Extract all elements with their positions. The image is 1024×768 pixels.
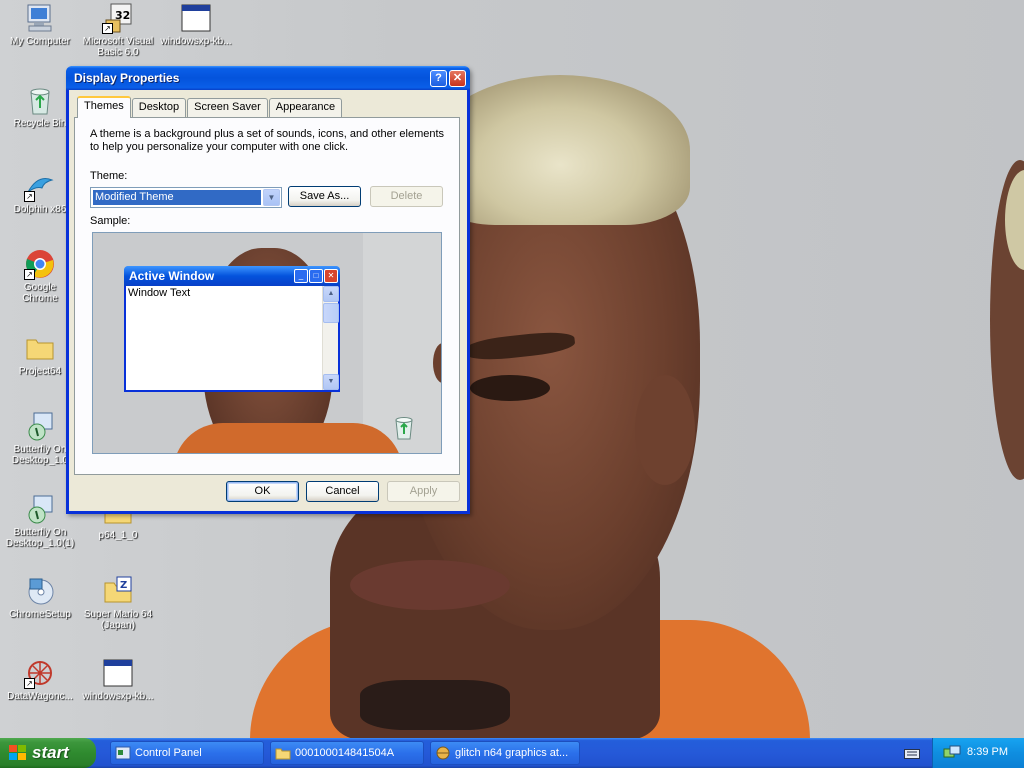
desktop-icon-windowsxp-kb-1[interactable]: windowsxp-kb... [156, 2, 236, 47]
browser-icon [436, 746, 450, 760]
clock[interactable]: 8:39 PM [967, 746, 1008, 758]
desktop-icon-my-computer[interactable]: My Computer [0, 2, 80, 47]
desktop-icon-label: (Japan) [101, 620, 135, 631]
start-label: start [32, 743, 69, 762]
sample-window-title: Active Window [129, 269, 215, 283]
wallpaper-shape [635, 375, 695, 485]
close-icon: ✕ [324, 269, 338, 283]
window-title: Display Properties [74, 71, 180, 85]
taskbar-item-folder[interactable]: 000100014841504A [270, 741, 424, 765]
wallpaper-shape [350, 560, 510, 610]
folder-icon [24, 332, 56, 364]
window-client-area: Themes Desktop Screen Saver Appearance A… [69, 90, 467, 511]
sample-scrollbar: ▲ ▼ [322, 286, 339, 390]
shortcut-arrow-icon: ↗ [24, 191, 35, 202]
theme-sample-preview: Active Window _ □ ✕ Window Text ▲ ▼ [92, 232, 442, 454]
shortcut-arrow-icon: ↗ [24, 678, 35, 689]
windows-logo-icon [9, 745, 26, 760]
sample-wallpaper-shape [173, 423, 403, 453]
taskbar-item-label: 000100014841504A [295, 747, 395, 759]
svg-text:Z: Z [120, 580, 127, 591]
desktop-icon-label: windowsxp-kb... [82, 691, 154, 702]
sample-label: Sample: [90, 215, 131, 227]
taskbar: start Control Panel 000100014841504A gli… [0, 738, 1024, 768]
sample-window-titlebar: Active Window _ □ ✕ [124, 266, 340, 286]
taskbar-item-control-panel[interactable]: Control Panel [110, 741, 264, 765]
chrome-icon: ↗ [24, 248, 56, 280]
keyboard-icon[interactable] [904, 747, 920, 759]
shortcut-arrow-icon: ↗ [24, 269, 35, 280]
chevron-down-icon[interactable]: ▼ [263, 189, 280, 206]
start-button[interactable]: start [0, 738, 96, 768]
desktop-icon-label: ChromeSetup [9, 609, 71, 620]
taskbar-item-label: Control Panel [135, 747, 202, 759]
visual-basic-icon: 32 ↗ [102, 2, 134, 34]
minimize-icon: _ [294, 269, 308, 283]
taskbar-item-label: glitch n64 graphics at... [455, 747, 569, 759]
themes-tab-panel: A theme is a background plus a set of so… [74, 117, 460, 475]
desktop-icon-label: Butterfly On [13, 527, 67, 538]
desktop-icon-super-mario[interactable]: Z Super Mario 64 (Japan) [78, 575, 158, 631]
dolphin-icon: ↗ [24, 170, 56, 202]
control-panel-icon [115, 746, 131, 760]
installer-icon [24, 410, 56, 442]
network-icon[interactable] [943, 745, 961, 761]
tab-appearance[interactable]: Appearance [268, 98, 343, 117]
help-button[interactable]: ? [430, 69, 447, 87]
save-as-button[interactable]: Save As... [288, 186, 361, 207]
sample-window-client: Window Text ▲ ▼ [126, 286, 339, 390]
close-button[interactable]: ✕ [449, 69, 466, 87]
desktop-icon-windowsxp-kb-2[interactable]: windowsxp-kb... [78, 657, 158, 702]
recycle-bin-icon [24, 84, 56, 116]
folder-icon [275, 748, 291, 760]
installer-icon [24, 493, 56, 525]
sample-window-text: Window Text [128, 287, 191, 299]
ok-button[interactable]: OK [226, 481, 299, 502]
scroll-up-icon: ▲ [323, 286, 339, 302]
desktop-icon-chromesetup[interactable]: ChromeSetup [0, 575, 80, 620]
desktop-icon-label: My Computer [9, 36, 70, 47]
tab-screen-saver[interactable]: Screen Saver [187, 98, 268, 117]
program-window-icon [102, 657, 134, 689]
setup-cd-icon [24, 575, 56, 607]
datawagon-icon: ↗ [24, 657, 56, 689]
recycle-bin-icon [391, 413, 417, 441]
wallpaper-shape [360, 680, 510, 730]
shortcut-arrow-icon: ↗ [102, 23, 113, 34]
maximize-icon: □ [309, 269, 323, 283]
window-titlebar[interactable]: Display Properties ? ✕ [66, 66, 470, 90]
scroll-thumb [323, 303, 339, 323]
cancel-button[interactable]: Cancel [306, 481, 379, 502]
wallpaper-shape [470, 375, 550, 401]
tab-strip: Themes Desktop Screen Saver Appearance [77, 96, 343, 118]
help-icon: ? [435, 71, 442, 84]
display-properties-window: Display Properties ? ✕ Themes Desktop Sc… [66, 66, 470, 514]
zip-folder-icon: Z [102, 575, 134, 607]
tab-desktop[interactable]: Desktop [131, 98, 187, 117]
desktop-icon-label: Desktop_1.0(1) [5, 538, 75, 549]
sample-active-window: Active Window _ □ ✕ Window Text ▲ ▼ [124, 266, 340, 392]
theme-description: A theme is a background plus a set of so… [90, 128, 445, 153]
taskbar-item-browser[interactable]: glitch n64 graphics at... [430, 741, 580, 765]
desktop-icon-label: Microsoft Visual [82, 36, 154, 47]
theme-dropdown[interactable]: Modified Theme ▼ [90, 187, 282, 208]
desktop-icon-label: Super Mario 64 [83, 609, 153, 620]
delete-button[interactable]: Delete [370, 186, 443, 207]
desktop-icon-label: Basic 6.0 [97, 47, 139, 58]
desktop-icon-label: windowsxp-kb... [160, 36, 232, 47]
desktop-icon-label: p64_1_0 [98, 530, 138, 541]
close-icon: ✕ [452, 71, 463, 84]
system-tray: 8:39 PM [932, 738, 1024, 768]
theme-label: Theme: [90, 170, 128, 182]
desktop-icon-label: DataWagonc... [7, 691, 73, 702]
program-window-icon [180, 2, 212, 34]
desktop-icon-datawagon[interactable]: ↗ DataWagonc... [0, 657, 80, 702]
apply-button[interactable]: Apply [387, 481, 460, 502]
computer-icon [24, 2, 56, 34]
tab-themes[interactable]: Themes [77, 96, 131, 118]
desktop-icon-vb6[interactable]: 32 ↗ Microsoft Visual Basic 6.0 [78, 2, 158, 58]
scroll-down-icon: ▼ [323, 374, 339, 390]
theme-dropdown-value: Modified Theme [93, 190, 261, 205]
